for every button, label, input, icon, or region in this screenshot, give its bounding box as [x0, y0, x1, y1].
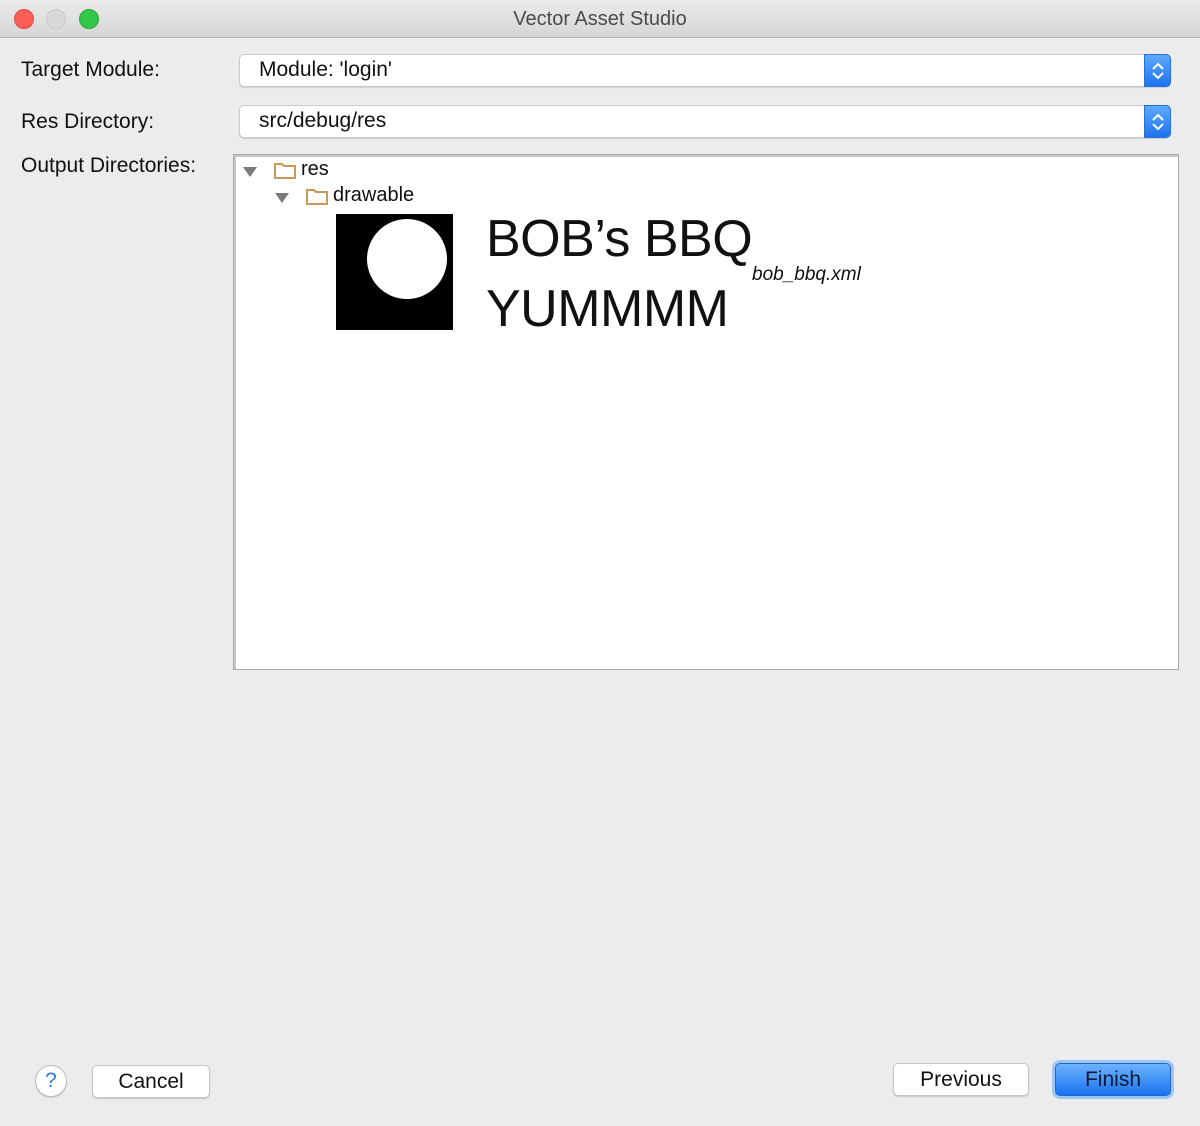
- vector-preview-image: [336, 214, 453, 330]
- res-directory-label: Res Directory:: [21, 110, 155, 133]
- output-directories-tree[interactable]: res drawable BOB’s BBQ YUMMMM bob_bbq.xm…: [233, 154, 1179, 670]
- tree-item-drawable[interactable]: drawable: [333, 184, 414, 207]
- preview-text-line1: BOB’s BBQ: [486, 210, 753, 268]
- res-directory-value: src/debug/res: [259, 109, 387, 132]
- output-file-name[interactable]: bob_bbq.xml: [752, 264, 861, 286]
- cancel-button[interactable]: Cancel: [92, 1065, 210, 1098]
- title-bar: Vector Asset Studio: [0, 0, 1200, 38]
- finish-button[interactable]: Finish: [1055, 1063, 1171, 1096]
- preview-text-line2: YUMMMM: [486, 280, 729, 338]
- folder-icon: [306, 187, 328, 210]
- target-module-label: Target Module:: [21, 58, 160, 81]
- disclosure-triangle-icon[interactable]: [242, 165, 258, 183]
- window-title: Vector Asset Studio: [513, 8, 687, 30]
- folder-icon: [274, 161, 296, 184]
- output-directories-label: Output Directories:: [21, 154, 197, 177]
- updown-chevron-icon[interactable]: [1144, 105, 1171, 138]
- updown-chevron-icon[interactable]: [1144, 54, 1171, 87]
- res-directory-select[interactable]: src/debug/res: [239, 105, 1171, 138]
- preview-circle: [367, 219, 447, 299]
- disclosure-triangle-icon[interactable]: [274, 191, 290, 209]
- target-module-value: Module: 'login': [259, 58, 392, 81]
- previous-button[interactable]: Previous: [893, 1063, 1029, 1096]
- target-module-select[interactable]: Module: 'login': [239, 54, 1171, 87]
- help-button[interactable]: ?: [35, 1065, 67, 1097]
- tree-item-res[interactable]: res: [301, 158, 329, 181]
